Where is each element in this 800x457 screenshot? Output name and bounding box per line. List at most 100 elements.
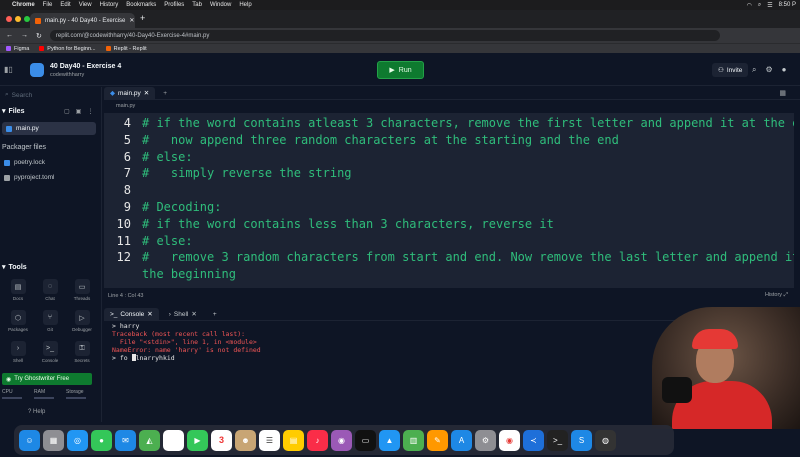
code-line[interactable]: 7 # simply reverse the string xyxy=(104,166,794,183)
tool-shell[interactable]: › Shell xyxy=(2,341,34,368)
more-icon[interactable]: ⋮ xyxy=(87,108,93,115)
menu-edit[interactable]: Edit xyxy=(60,2,70,8)
add-tab-button[interactable]: + xyxy=(163,90,167,97)
tool-packages[interactable]: ⬡ Packages xyxy=(2,310,34,337)
history-button[interactable]: History ⤢ xyxy=(765,292,788,299)
notes-icon[interactable]: ▤ xyxy=(283,429,304,451)
menubar-app-name[interactable]: Chrome xyxy=(12,2,35,8)
tool-chat[interactable]: ◌ Chat xyxy=(34,279,66,306)
menu-history[interactable]: History xyxy=(100,2,119,8)
messages-icon[interactable]: ● xyxy=(91,429,112,451)
terminal-icon[interactable]: >_ xyxy=(547,429,568,451)
mail-icon[interactable]: ✉ xyxy=(115,429,136,451)
tool-secrets[interactable]: ⚿ Secrets xyxy=(66,341,98,368)
new-file-icon[interactable]: ▢ xyxy=(64,108,70,115)
tab-shell[interactable]: › Shell ✕ xyxy=(163,308,203,321)
close-tab-icon[interactable]: ✕ xyxy=(147,310,152,318)
tool-docs[interactable]: ▤ Docs xyxy=(2,279,34,306)
vscode-icon[interactable]: ≺ xyxy=(523,429,544,451)
code-line[interactable]: 5 # now append three random characters at… xyxy=(104,133,794,150)
tool-console[interactable]: >_ Console xyxy=(34,341,66,368)
minimize-window-button[interactable] xyxy=(15,16,21,22)
run-button[interactable]: ▶ Run xyxy=(377,61,424,79)
tv-icon[interactable]: ▭ xyxy=(355,429,376,451)
tools-section-header[interactable]: ▾ Tools xyxy=(2,263,27,272)
packager-section-header[interactable]: Packager files xyxy=(2,144,46,151)
address-bar[interactable]: replit.com/@codewithharry/40-Day40-Exerc… xyxy=(49,30,720,41)
breadcrumb-file[interactable]: main.py xyxy=(116,103,135,109)
settings-icon[interactable]: ⚙ xyxy=(765,65,772,75)
tool-debugger[interactable]: ▷ Debugger xyxy=(66,310,98,337)
layout-icon[interactable]: ▦ xyxy=(779,89,786,97)
close-window-button[interactable] xyxy=(6,16,12,22)
code-line[interactable]: 10 # if the word contains less than 3 cha… xyxy=(104,217,794,234)
facetime-icon[interactable]: ▶ xyxy=(187,429,208,451)
chrome-icon[interactable]: ◉ xyxy=(499,429,520,451)
numbers-icon[interactable]: ▥ xyxy=(403,429,424,451)
launchpad-icon[interactable]: ▦ xyxy=(43,429,64,451)
forward-icon[interactable]: → xyxy=(21,32,28,39)
tool-threads[interactable]: ▭ Threads xyxy=(66,279,98,306)
skype-icon[interactable]: S xyxy=(571,429,592,451)
add-tab-button[interactable]: + xyxy=(207,308,223,321)
console-output[interactable]: > harry Traceback (most recent call last)… xyxy=(104,322,644,422)
finder-icon[interactable]: ☺ xyxy=(19,429,40,451)
code-editor[interactable]: 4 # if the word contains atleast 3 charac… xyxy=(104,113,794,288)
browser-tab-active[interactable]: main.py - 40 Day40 - Exercise ✕ xyxy=(30,13,135,28)
file-item-main-py[interactable]: main.py xyxy=(2,122,96,135)
music-icon[interactable]: ♪ xyxy=(307,429,328,451)
code-line[interactable]: 6 # else: xyxy=(104,150,794,167)
clock[interactable]: 8:50 P xyxy=(779,2,796,9)
project-title[interactable]: 40 Day40 - Exercise 4 xyxy=(50,63,121,70)
menu-help[interactable]: Help xyxy=(239,2,251,8)
bookmark-replit[interactable]: Replit - Replit xyxy=(105,46,147,52)
menu-file[interactable]: File xyxy=(43,2,53,8)
code-line[interactable]: 4 # if the word contains atleast 3 charac… xyxy=(104,116,794,133)
invite-button[interactable]: ⚇ Invite xyxy=(712,63,749,77)
close-tab-icon[interactable]: ✕ xyxy=(191,310,196,318)
safari-icon[interactable]: ◎ xyxy=(67,429,88,451)
menu-tab[interactable]: Tab xyxy=(192,2,202,8)
code-line[interactable]: 9 # Decoding: xyxy=(104,200,794,217)
editor-tab-main-py[interactable]: ◆ main.py ✕ xyxy=(104,86,156,100)
sidebar-toggle-icon[interactable]: ▮▯ xyxy=(4,65,13,74)
tab-console[interactable]: >_ Console ✕ xyxy=(104,307,159,321)
pages-icon[interactable]: ✎ xyxy=(427,429,448,451)
sidebar-search[interactable]: ⌕ Search xyxy=(2,89,98,101)
code-line[interactable]: 12 # remove 3 random characters from star… xyxy=(104,250,794,267)
control-center-icon[interactable]: ☰ xyxy=(767,2,772,9)
bookmark-python[interactable]: Python for Beginn... xyxy=(39,46,96,52)
avatar[interactable]: ● xyxy=(782,65,787,75)
new-folder-icon[interactable]: ▣ xyxy=(76,108,82,115)
calendar-icon[interactable]: 3 xyxy=(211,429,232,451)
files-section-header[interactable]: ▾ Files xyxy=(2,107,24,116)
reminders-icon[interactable]: ☰ xyxy=(259,429,280,451)
photos-icon[interactable]: ✿ xyxy=(163,429,184,451)
code-line[interactable]: 11 # else: xyxy=(104,234,794,251)
menu-bookmarks[interactable]: Bookmarks xyxy=(126,2,156,8)
menu-view[interactable]: View xyxy=(79,2,92,8)
code-line[interactable]: the beginning xyxy=(104,267,794,284)
keynote-icon[interactable]: ▲ xyxy=(379,429,400,451)
reload-icon[interactable]: ↻ xyxy=(36,32,42,40)
code-line[interactable]: 8 xyxy=(104,183,794,200)
search-icon[interactable]: ⌕ xyxy=(758,2,761,9)
search-icon[interactable]: ⌕ xyxy=(752,65,756,75)
system-settings-icon[interactable]: ⚙ xyxy=(475,429,496,451)
back-icon[interactable]: ← xyxy=(6,32,13,39)
new-tab-button[interactable]: + xyxy=(140,13,145,23)
contacts-icon[interactable]: ☻ xyxy=(235,429,256,451)
console-input-line[interactable]: > fo lnarryhkid xyxy=(112,354,644,362)
help-button[interactable]: ? Help xyxy=(28,409,45,415)
close-tab-icon[interactable]: ✕ xyxy=(129,17,134,24)
maps-icon[interactable]: ◭ xyxy=(139,429,160,451)
wifi-icon[interactable]: ◠ xyxy=(747,2,752,9)
menu-profiles[interactable]: Profiles xyxy=(164,2,184,8)
project-owner[interactable]: codewithharry xyxy=(50,72,84,78)
podcasts-icon[interactable]: ◉ xyxy=(331,429,352,451)
tool-git[interactable]: ⑂ Git xyxy=(34,310,66,337)
app-store-icon[interactable]: A xyxy=(451,429,472,451)
file-item-poetry-lock[interactable]: poetry.lock xyxy=(0,156,98,169)
bookmark-figma[interactable]: Figma xyxy=(6,46,29,52)
file-item-pyproject-toml[interactable]: pyproject.toml xyxy=(0,171,98,184)
